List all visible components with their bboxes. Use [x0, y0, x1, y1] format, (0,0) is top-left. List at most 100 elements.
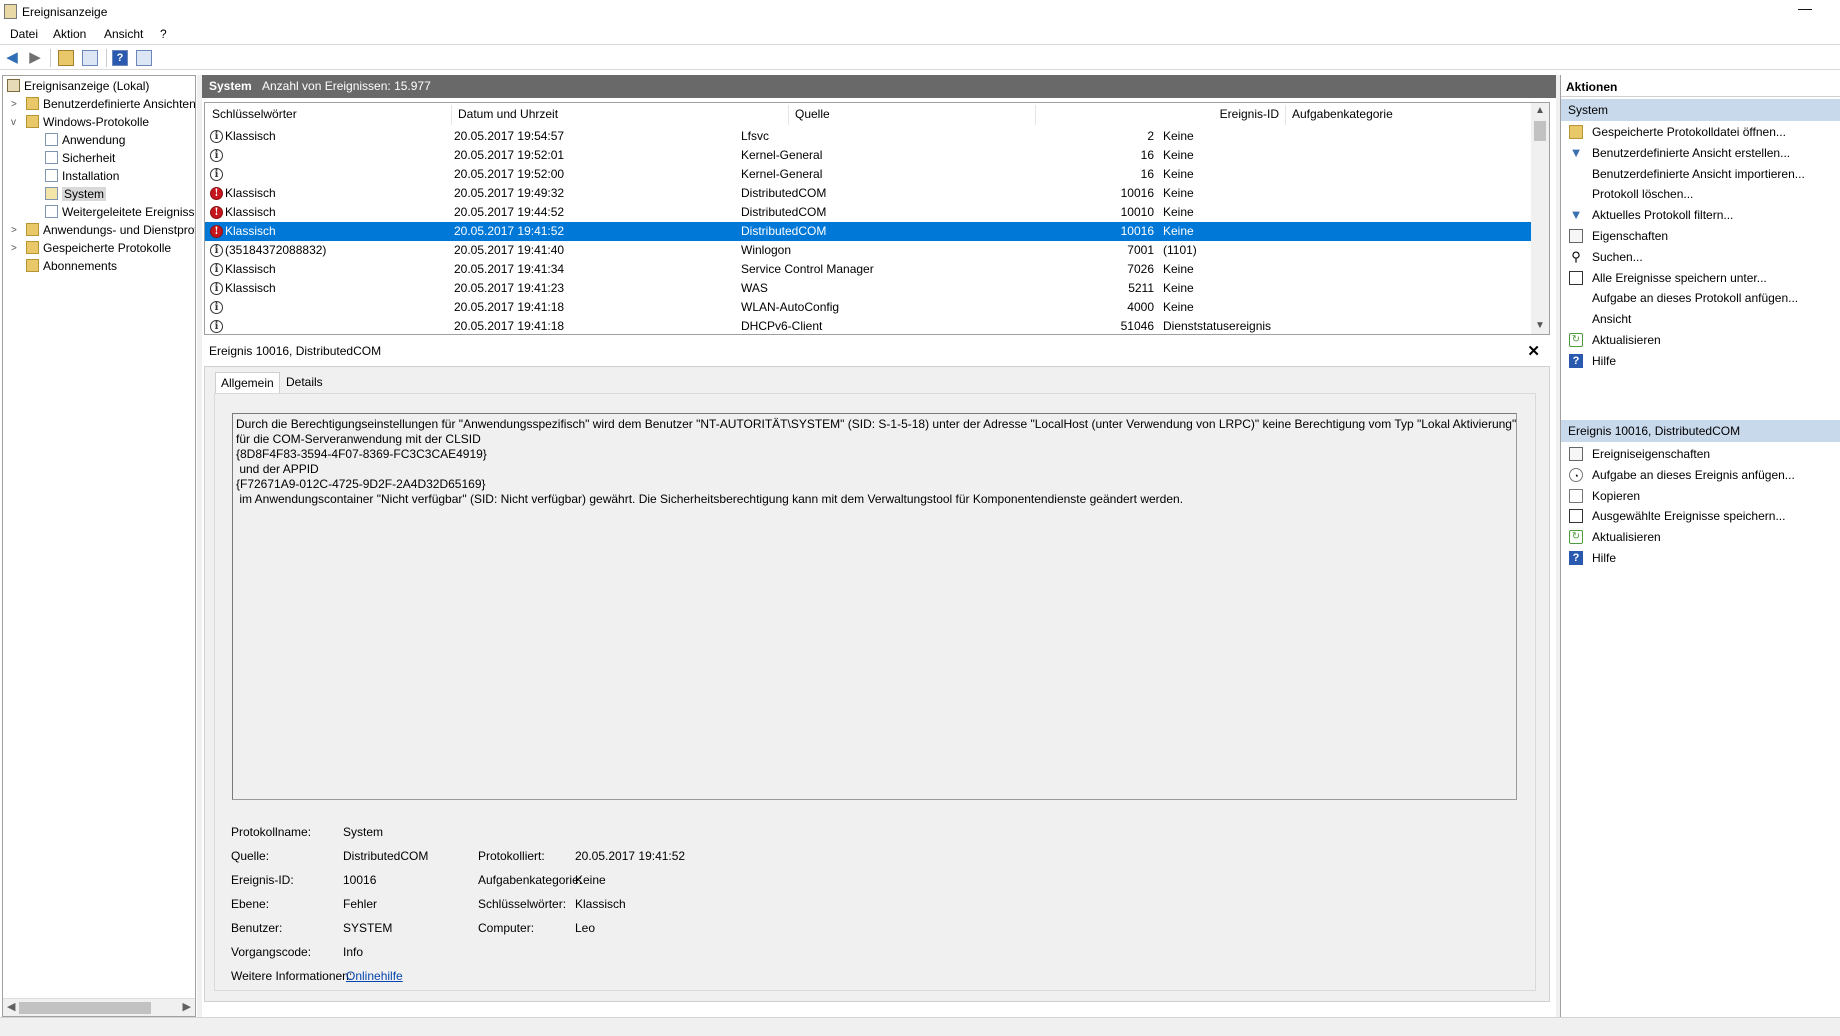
- cell-date: 20.05.2017 19:41:34: [454, 262, 565, 276]
- chevron-right-icon[interactable]: >: [11, 222, 17, 239]
- scrollbar-thumb[interactable]: [19, 1002, 151, 1014]
- event-count: Anzahl von Ereignissen: 15.977: [262, 79, 431, 93]
- log-header: System Anzahl von Ereignissen: 15.977: [202, 75, 1556, 98]
- event-description[interactable]: Durch die Berechtigungseinstellungen für…: [232, 413, 1517, 800]
- tree-item-forwarded-events[interactable]: Weitergeleitete Ereignisse: [45, 204, 195, 221]
- chevron-right-icon[interactable]: >: [11, 240, 17, 257]
- up-folder-icon[interactable]: [58, 50, 74, 66]
- table-row[interactable]: ! Klassisch 20.05.2017 19:41:52 Distributed…: [205, 222, 1531, 241]
- table-row[interactable]: ! Klassisch 20.05.2017 19:44:52 Distributed…: [205, 203, 1531, 222]
- tree-item-windows-logs[interactable]: v Windows-Protokolle: [11, 114, 149, 131]
- action-label: Hilfe: [1592, 551, 1617, 565]
- cell-date: 20.05.2017 19:41:40: [454, 243, 565, 257]
- event-list-scrollbar[interactable]: ▲ ▼: [1531, 103, 1549, 334]
- menu-help[interactable]: ?: [160, 27, 167, 41]
- scroll-up-icon[interactable]: ▲: [1535, 105, 1545, 116]
- table-row[interactable]: i Klassisch 20.05.2017 19:54:57 Lfsvc 2 Keine: [205, 127, 1531, 146]
- back-arrow-icon[interactable]: ◀: [3, 49, 21, 67]
- log-icon: [45, 187, 58, 200]
- table-row[interactable]: i 20.05.2017 19:41:18 DHCPv6-Client 51046 Di…: [205, 317, 1531, 334]
- field-value-protokolliert: 20.05.2017 19:41:52: [575, 849, 686, 863]
- forward-arrow-icon[interactable]: ▶: [26, 49, 44, 67]
- action-item[interactable]: ? Hilfe: [1561, 350, 1840, 372]
- action-item[interactable]: Kopieren: [1561, 485, 1840, 507]
- info-icon: i: [210, 320, 223, 333]
- action-item[interactable]: ⚲ Suchen...: [1561, 246, 1840, 268]
- chevron-right-icon[interactable]: >: [11, 96, 17, 113]
- tree-item-sicherheit[interactable]: Sicherheit: [45, 150, 115, 167]
- tree-item-anwendung[interactable]: Anwendung: [45, 132, 125, 149]
- table-row[interactable]: i 20.05.2017 19:52:00 Kernel-General 16 Kein…: [205, 165, 1531, 184]
- save-icon: [1569, 509, 1583, 524]
- tab-allgemein[interactable]: Allgemein: [215, 372, 280, 394]
- properties-icon: [1569, 447, 1583, 461]
- field-label-ereignis-id: Ereignis-ID:: [231, 873, 294, 887]
- menu-ansicht[interactable]: Ansicht: [104, 27, 143, 41]
- action-label: Aufgabe an dieses Ereignis anfügen...: [1592, 467, 1795, 482]
- table-row[interactable]: i 20.05.2017 19:52:01 Kernel-General 16 Kein…: [205, 146, 1531, 165]
- column-header-event-id[interactable]: Ereignis-ID: [1219, 107, 1279, 121]
- log-icon: [45, 133, 58, 146]
- table-row[interactable]: ! Klassisch 20.05.2017 19:49:32 Distributed…: [205, 184, 1531, 203]
- action-item[interactable]: Eigenschaften: [1561, 225, 1840, 247]
- field-value-vorgangscode: Info: [343, 945, 364, 959]
- scroll-down-icon[interactable]: ▼: [1535, 320, 1545, 331]
- table-row[interactable]: i Klassisch 20.05.2017 19:41:34 Service Con…: [205, 260, 1531, 279]
- table-row[interactable]: i Klassisch 20.05.2017 19:41:23 WAS 5211 Kein…: [205, 279, 1531, 298]
- tree-item-app-service-logs[interactable]: >Anwendungs- und Dienstprotokolle: [11, 222, 195, 239]
- action-item[interactable]: ↻ Aktualisieren: [1561, 526, 1840, 548]
- action-item[interactable]: Ereigniseigenschaften: [1561, 443, 1840, 465]
- chevron-down-icon[interactable]: v: [11, 114, 16, 131]
- online-help-link[interactable]: Onlinehilfe: [346, 969, 403, 983]
- action-item[interactable]: ◔ Aufgabe an dieses Ereignis anfügen...: [1561, 464, 1840, 486]
- cell-task-category: Keine: [1163, 186, 1194, 200]
- action-label: Aktualisieren: [1592, 530, 1661, 545]
- help-icon[interactable]: ?: [112, 50, 128, 66]
- tab-details[interactable]: Details: [281, 372, 328, 393]
- tree-item-system[interactable]: System: [45, 186, 107, 203]
- action-item[interactable]: Gespeicherte Protokolldatei öffnen...: [1561, 121, 1840, 143]
- menu-aktion[interactable]: Aktion: [53, 27, 86, 41]
- show-hide-action-pane-icon[interactable]: [136, 50, 152, 66]
- cell-task-category: Keine: [1163, 262, 1194, 276]
- tree-item-installation[interactable]: Installation: [45, 168, 119, 185]
- scroll-left-icon[interactable]: ◀: [7, 1000, 15, 1013]
- tree-item-root[interactable]: Ereignisanzeige (Lokal): [7, 78, 149, 95]
- action-label: Alle Ereignisse speichern unter...: [1592, 270, 1767, 285]
- action-item[interactable]: Protokoll löschen...: [1561, 183, 1840, 205]
- action-item[interactable]: ▼ Aktuelles Protokoll filtern...: [1561, 204, 1840, 226]
- action-item[interactable]: Ausgewählte Ereignisse speichern...: [1561, 505, 1840, 527]
- tree-item-custom-views[interactable]: > Benutzerdefinierte Ansichten: [11, 96, 195, 113]
- actions-group-system[interactable]: System: [1561, 99, 1840, 121]
- title-bar: Ereignisanzeige —: [0, 0, 1840, 24]
- column-header-keywords[interactable]: Schlüsselwörter: [212, 107, 297, 121]
- log-icon: [45, 205, 58, 218]
- menu-datei[interactable]: Datei: [10, 27, 38, 41]
- column-header-task-category[interactable]: Aufgabenkategorie: [1292, 107, 1393, 121]
- action-item[interactable]: Benutzerdefinierte Ansicht importieren..…: [1561, 163, 1840, 185]
- action-item[interactable]: Aufgabe an dieses Protokoll anfügen...: [1561, 287, 1840, 309]
- column-header-source[interactable]: Quelle: [795, 107, 830, 121]
- cell-task-category: Keine: [1163, 148, 1194, 162]
- table-row[interactable]: i (35184372088832) 20.05.2017 19:41:40 Winl…: [205, 241, 1531, 260]
- action-item[interactable]: Alle Ereignisse speichern unter...: [1561, 267, 1840, 289]
- scrollbar-thumb[interactable]: [1534, 121, 1546, 141]
- show-hide-tree-icon[interactable]: [82, 50, 98, 66]
- tree-item-subscriptions[interactable]: Abonnements: [26, 258, 117, 275]
- minimize-button[interactable]: —: [1795, 0, 1815, 20]
- action-item[interactable]: Ansicht: [1561, 308, 1840, 330]
- info-icon: i: [210, 263, 223, 276]
- table-row[interactable]: i 20.05.2017 19:41:18 WLAN-AutoConfig 4000 K…: [205, 298, 1531, 317]
- save-icon: [1569, 270, 1583, 285]
- tree-item-saved-logs[interactable]: > Gespeicherte Protokolle: [11, 240, 171, 257]
- tree-horizontal-scrollbar[interactable]: ◀ ▶: [3, 998, 195, 1016]
- action-item[interactable]: ▼ Benutzerdefinierte Ansicht erstellen...: [1561, 142, 1840, 164]
- close-icon[interactable]: ✕: [1527, 342, 1540, 360]
- column-header-date[interactable]: Datum und Uhrzeit: [458, 107, 558, 121]
- scroll-right-icon[interactable]: ▶: [183, 1000, 191, 1013]
- splitter[interactable]: [197, 75, 202, 1017]
- action-item[interactable]: ? Hilfe: [1561, 547, 1840, 569]
- cell-keywords: Klassisch: [225, 262, 276, 276]
- actions-group-event[interactable]: Ereignis 10016, DistributedCOM: [1561, 420, 1840, 442]
- action-item[interactable]: ↻ Aktualisieren: [1561, 329, 1840, 351]
